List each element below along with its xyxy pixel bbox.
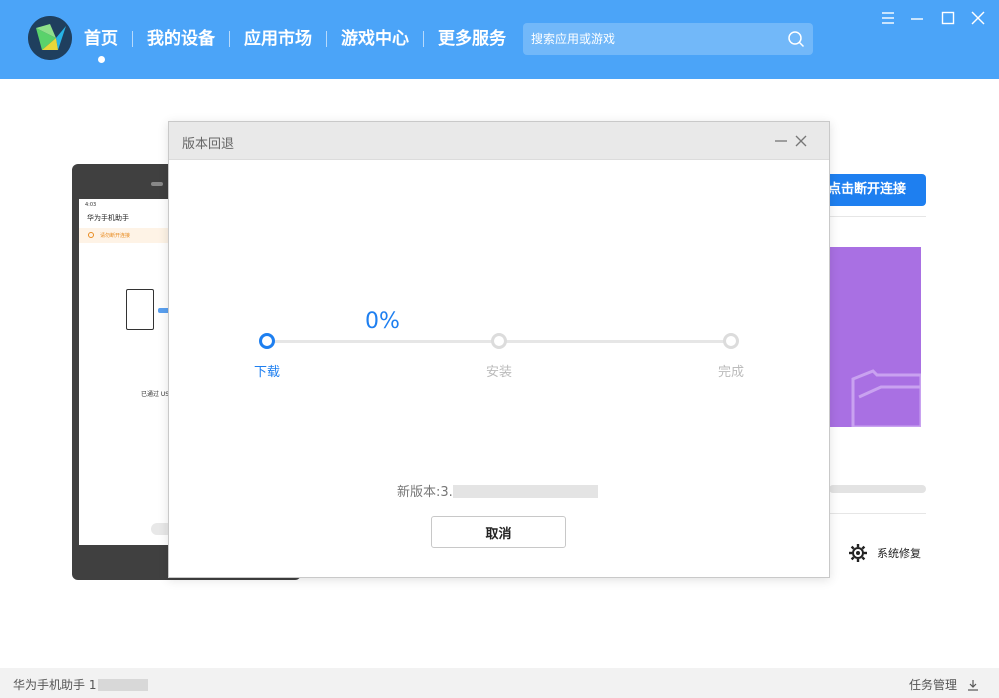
phone-device-icon (126, 289, 154, 330)
nav-more-services[interactable]: 更多服务 (438, 28, 506, 50)
step-download-dot (259, 333, 275, 349)
promo-banner[interactable] (829, 247, 921, 427)
maximize-icon[interactable] (940, 10, 956, 26)
task-manager-button[interactable]: 任务管理 (909, 676, 979, 693)
version-rollback-dialog: 版本回退 0% 下载 安装 完成 新版本:3. 取消 (168, 121, 830, 578)
nav-home[interactable]: 首页 (84, 28, 118, 63)
nav-app-market-label: 应用市场 (244, 29, 312, 49)
warning-icon (88, 232, 94, 238)
new-version-label: 新版本:3. (397, 485, 453, 500)
app-logo-icon[interactable] (28, 16, 72, 60)
active-indicator (98, 56, 105, 63)
system-repair-label: 系统修复 (877, 547, 921, 560)
folder-icon (851, 369, 921, 427)
redacted-version (98, 679, 149, 691)
status-app-label: 华为手机助手 1 (13, 678, 97, 692)
dialog-header: 版本回退 (169, 122, 829, 160)
divider (829, 513, 926, 514)
gear-icon (849, 544, 867, 562)
nav-game-center[interactable]: 游戏中心 (341, 28, 409, 50)
step-connector (499, 340, 731, 343)
search-box (523, 23, 813, 55)
download-icon (968, 679, 978, 691)
storage-progress-track (829, 485, 926, 493)
system-repair-button[interactable]: 系统修复 (848, 543, 921, 563)
nav-game-center-label: 游戏中心 (341, 29, 409, 49)
minimize-icon[interactable] (909, 10, 925, 26)
step-install-label: 安装 (485, 365, 512, 380)
nav-separator (132, 31, 133, 47)
nav-my-devices[interactable]: 我的设备 (147, 28, 215, 50)
nav-home-label: 首页 (84, 29, 118, 49)
nav-separator (326, 31, 327, 47)
nav-my-devices-label: 我的设备 (147, 29, 215, 49)
nav-more-services-label: 更多服务 (438, 29, 506, 49)
disconnect-button[interactable]: 点击断开连接 (820, 174, 926, 206)
close-icon[interactable] (970, 10, 986, 26)
nav-separator (423, 31, 424, 47)
step-install-dot (491, 333, 507, 349)
status-app-version: 华为手机助手 1 (13, 676, 149, 693)
search-icon[interactable] (787, 30, 805, 48)
divider (829, 216, 926, 217)
step-connector (269, 340, 499, 343)
nav-app-market[interactable]: 应用市场 (244, 28, 312, 50)
main-nav: 首页 我的设备 应用市场 游戏中心 更多服务 (84, 28, 506, 63)
phone-status-time: 4:03 (85, 202, 97, 208)
nav-separator (229, 31, 230, 47)
redacted-version (452, 485, 598, 498)
dialog-minimize-icon[interactable] (773, 133, 789, 149)
cancel-button[interactable]: 取消 (431, 516, 566, 548)
dialog-title: 版本回退 (182, 137, 235, 152)
status-bar: 华为手机助手 1 任务管理 (0, 668, 999, 698)
step-complete-label: 完成 (717, 365, 744, 380)
step-complete-dot (723, 333, 739, 349)
search-input[interactable] (523, 23, 783, 55)
phone-tip-text: 请勿断开连接 (100, 233, 131, 239)
phone-app-title: 华为手机助手 (87, 214, 129, 222)
task-manager-label: 任务管理 (908, 678, 957, 692)
menu-icon[interactable] (880, 10, 896, 26)
progress-percent: 0% (365, 309, 400, 334)
dialog-close-icon[interactable] (793, 133, 809, 149)
top-bar: 首页 我的设备 应用市场 游戏中心 更多服务 (0, 0, 999, 79)
phone-speaker (151, 182, 163, 186)
new-version-text: 新版本:3. (397, 481, 598, 500)
step-download-label: 下载 (253, 365, 280, 380)
